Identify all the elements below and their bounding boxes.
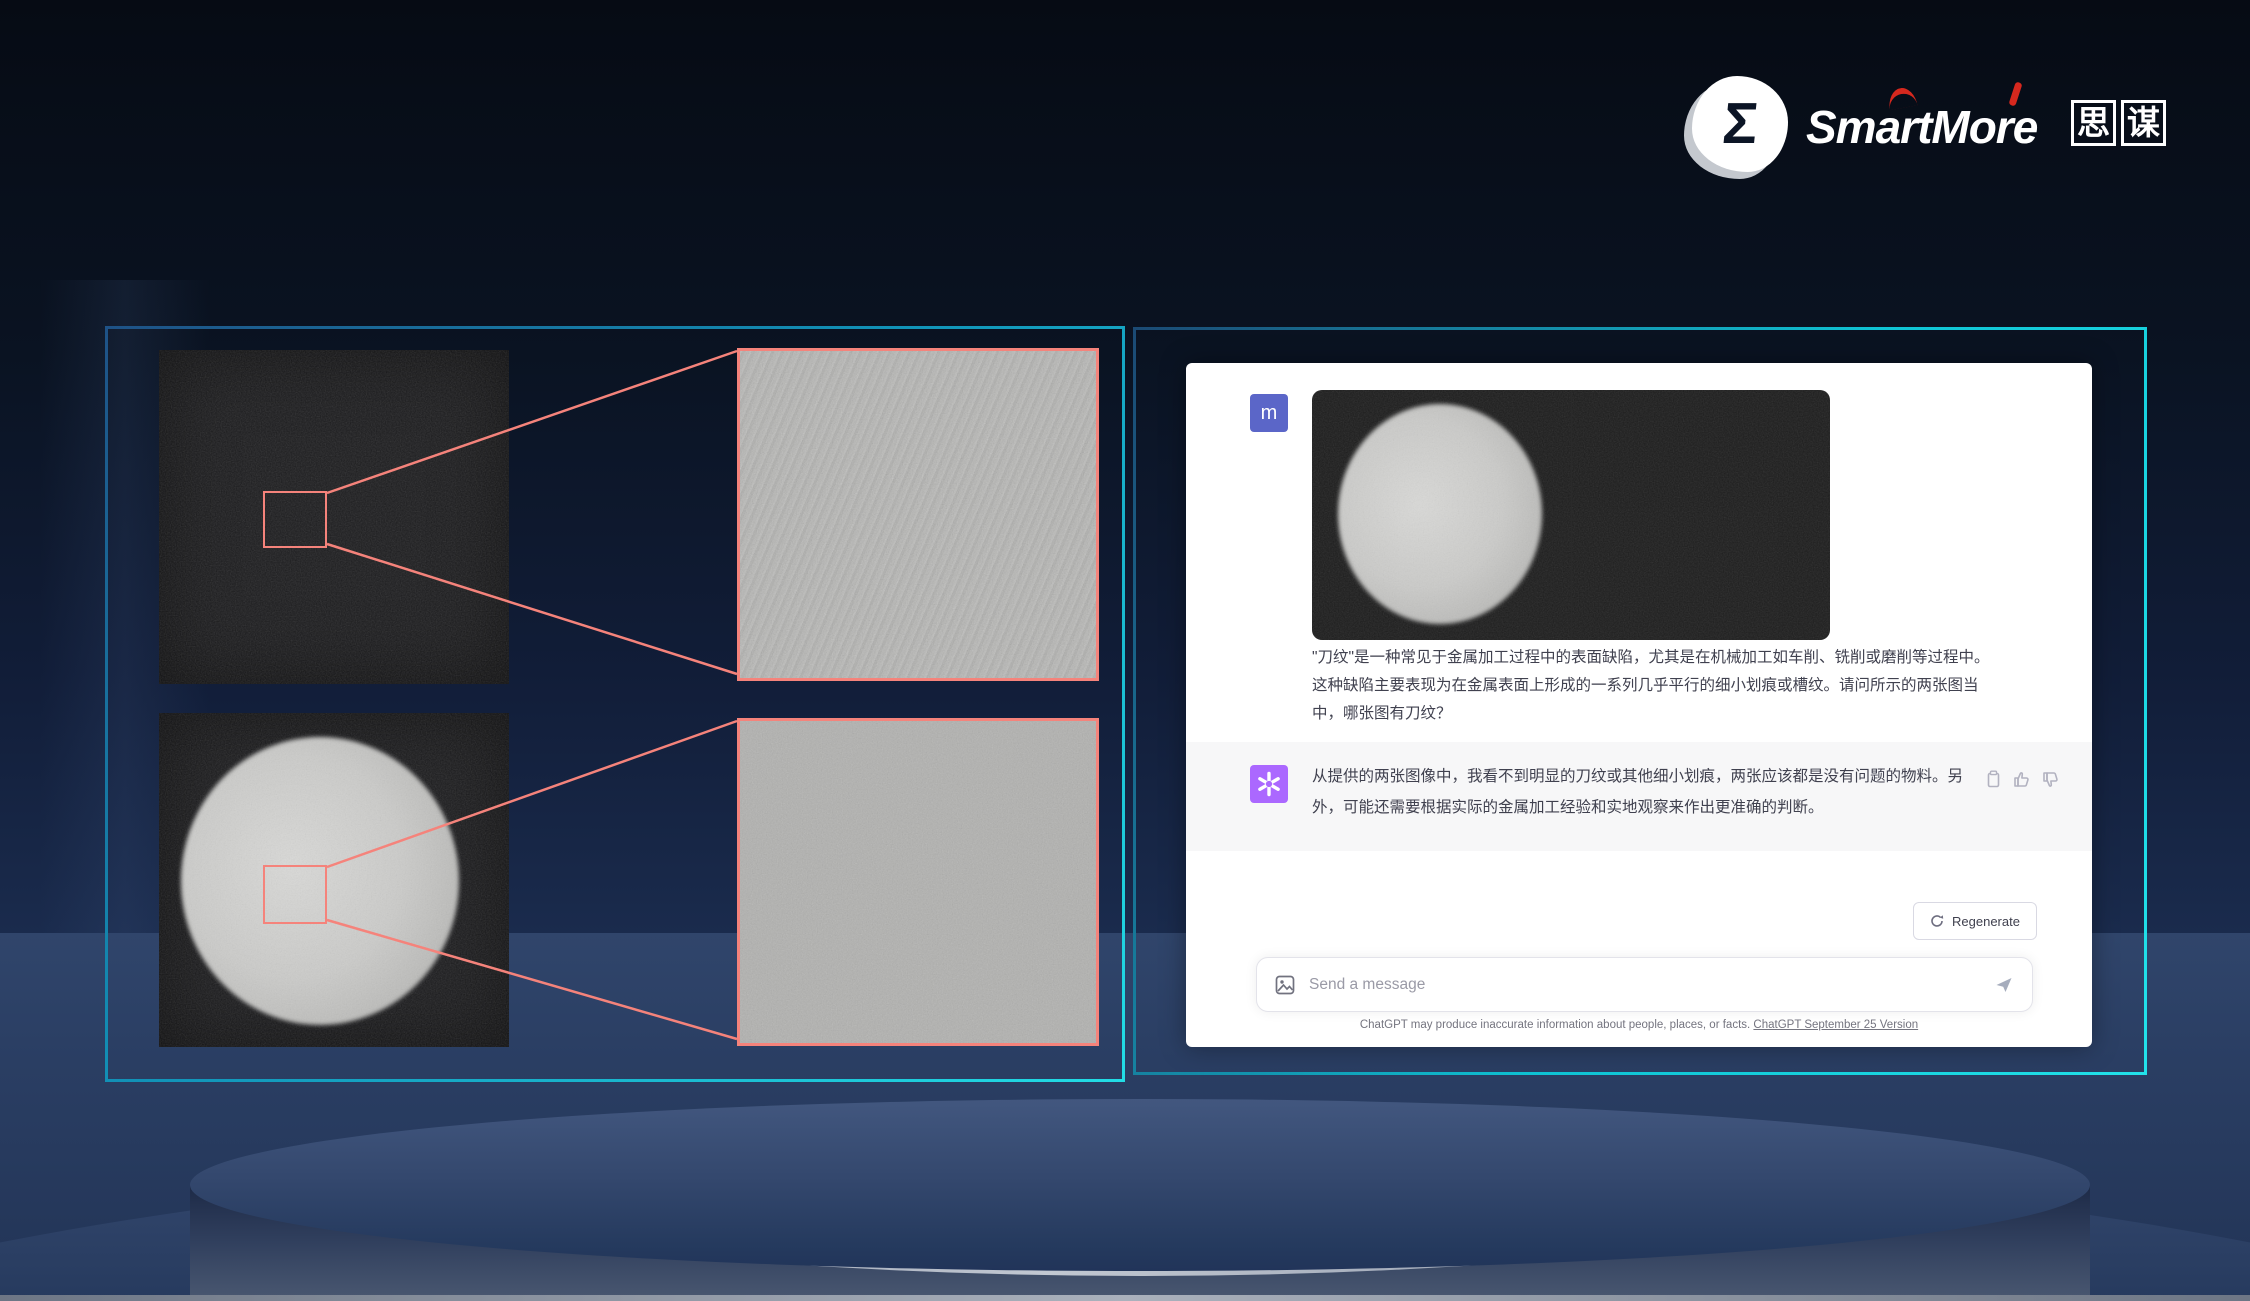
zoom-crop-texture-2 [737, 718, 1099, 1046]
send-icon[interactable] [1994, 975, 2014, 995]
thumbs-up-icon[interactable] [2013, 770, 2032, 788]
regenerate-icon [1931, 915, 1944, 927]
brand-cn: 思谋 [2066, 100, 2166, 146]
roi-box-1 [263, 491, 327, 548]
brand-wordmark: SmartMore [1806, 101, 2038, 153]
metal-disc-photo-2 [159, 713, 509, 1047]
brand-cn-char-2: 谋 [2121, 100, 2166, 146]
footer-version-link[interactable]: ChatGPT September 25 Version [1753, 1019, 1918, 1031]
copy-icon[interactable] [1985, 770, 2002, 789]
attached-images-row [1312, 390, 1830, 640]
assistant-avatar [1250, 765, 1288, 803]
message-input-bar [1256, 957, 2033, 1012]
slide-stage: m "刀纹"是一种常见于金属加工过程中的表面缺陷，尤其是在机械加工如车削、铣削或… [0, 0, 2250, 1301]
assistant-message-text: 从提供的两张图像中，我看不到明显的刀纹或其他细小划痕，两张应该都是没有问题的物料… [1312, 768, 1964, 816]
chatgpt-window: m "刀纹"是一种常见于金属加工过程中的表面缺陷，尤其是在机械加工如车削、铣削或… [1186, 363, 2092, 1047]
attached-image-1 [1312, 390, 1571, 640]
attached-image-2 [1570, 390, 1830, 640]
metal-disc-photo-1 [159, 350, 509, 684]
openai-flower-icon [1258, 771, 1280, 797]
regenerate-button[interactable]: Regenerate [1913, 902, 2037, 940]
chatgpt-footer: ChatGPT may produce inaccurate informati… [1186, 1019, 2092, 1031]
user-avatar-letter: m [1260, 401, 1278, 424]
smartmore-logo: Σ SmartMore 思谋 [1680, 70, 2166, 182]
attach-image-icon[interactable] [1275, 975, 1295, 995]
tool-mark-streaks [740, 351, 1096, 678]
zoom-crop-texture-1 [737, 348, 1099, 681]
brand-cn-char-1: 思 [2071, 100, 2116, 146]
regenerate-label: Regenerate [1952, 913, 2020, 929]
sigma-logo-icon: Σ [1692, 76, 1788, 172]
message-input[interactable] [1307, 974, 1982, 995]
user-avatar: m [1250, 394, 1288, 432]
thumbs-down-icon[interactable] [2042, 771, 2061, 789]
roi-box-2 [263, 865, 327, 924]
footer-disclaimer: ChatGPT may produce inaccurate informati… [1359, 1019, 1751, 1031]
user-message-text: "刀纹"是一种常见于金属加工过程中的表面缺陷，尤其是在机械加工如车削、铣削或磨削… [1312, 649, 1990, 722]
sigma-glyph: Σ [1719, 91, 1761, 156]
